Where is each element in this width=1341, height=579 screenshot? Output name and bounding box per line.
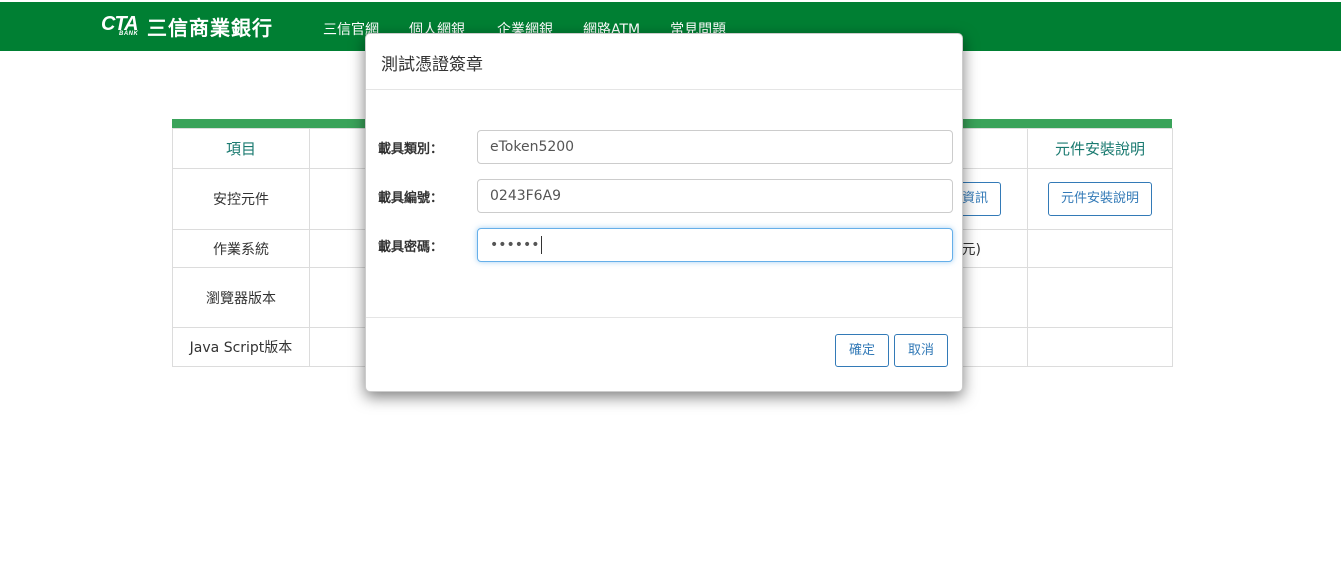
token-password-row: 載具密碼： •••••• [366,228,964,262]
modal-title: 測試憑證簽章 [366,34,962,90]
header-install-guide: 元件安裝說明 [1027,128,1173,169]
test-certificate-sign-dialog: 測試憑證簽章 載具類別： eToken5200 載具編號： 0243F6A9 載… [365,33,963,392]
token-password-label: 載具密碼： [378,240,444,255]
row-label: 瀏覽器版本 [172,267,310,328]
cancel-button[interactable]: 取消 [894,334,948,367]
row-label: 作業系統 [172,229,310,268]
bank-name: 三信商業銀行 [147,15,273,40]
token-number-label: 載具編號： [378,191,444,206]
text-caret [540,236,542,254]
token-type-label: 載具類別： [378,142,444,157]
password-mask: •••••• [490,237,540,253]
confirm-button[interactable]: 確定 [835,334,889,367]
row-label: 安控元件 [172,168,310,230]
modal-footer: 確定 取消 [366,317,962,391]
token-number-row: 載具編號： 0243F6A9 [366,179,964,213]
header-item: 項目 [172,128,310,169]
token-type-input[interactable]: eToken5200 [477,130,953,164]
install-guide-button[interactable]: 元件安裝說明 [1047,182,1152,216]
bank-logo[interactable]: CTA BANK 三信商業銀行 [101,13,273,40]
row-label: Java Script版本 [172,327,310,367]
token-type-row: 載具類別： eToken5200 [366,130,964,164]
token-number-input[interactable]: 0243F6A9 [477,179,953,213]
logo-mark-icon: CTA BANK [101,13,139,37]
token-password-input[interactable]: •••••• [477,228,953,262]
